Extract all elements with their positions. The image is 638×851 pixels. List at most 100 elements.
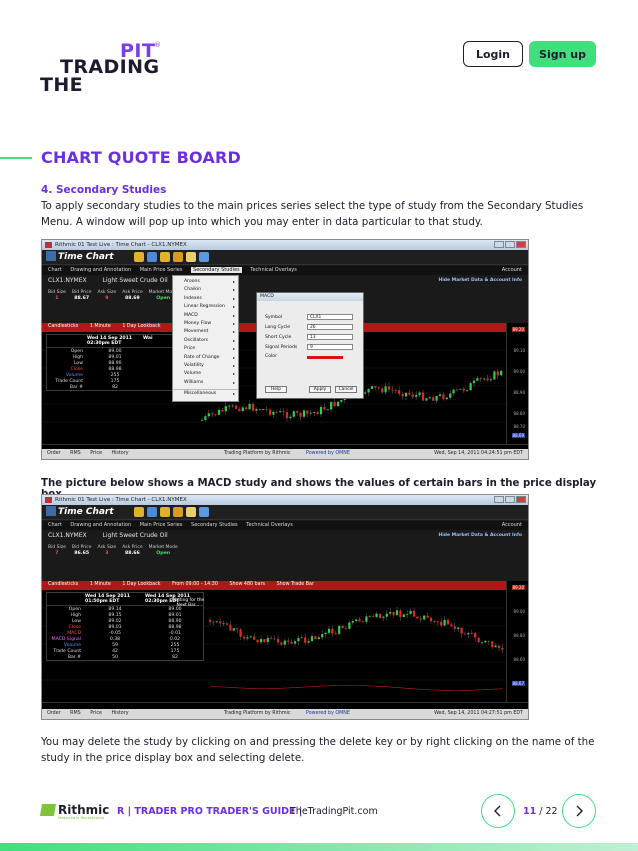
candle-down xyxy=(334,633,337,635)
candle-up xyxy=(293,641,297,644)
short-cycle-field[interactable]: 13 xyxy=(307,334,353,340)
apply-button[interactable]: Apply xyxy=(309,386,331,393)
status-bar: Order RMS Price History Trading Platform… xyxy=(42,709,528,719)
candle-up xyxy=(217,409,221,415)
signal-periods-field[interactable]: 9 xyxy=(307,344,353,350)
hide-market-data-link[interactable]: Hide Market Data & Account Info xyxy=(438,533,522,538)
toolbar: Time Chart xyxy=(42,250,528,265)
maximize-icon[interactable] xyxy=(505,241,515,248)
status-history[interactable]: History xyxy=(111,451,128,456)
rithmic-logo[interactable]: Rithmic xyxy=(39,803,109,817)
link-icon[interactable] xyxy=(134,507,144,517)
menu-technical-overlays[interactable]: Technical Overlays xyxy=(250,267,297,273)
menu-account[interactable]: Account xyxy=(502,522,522,528)
ctrl-show-bars[interactable]: Show 480 bars xyxy=(229,582,265,587)
candle-down xyxy=(258,408,261,411)
ctrl-lookback[interactable]: 1 Day Lookback xyxy=(122,324,160,329)
menu-item-rate-of-change[interactable]: Rate of Change xyxy=(173,354,238,363)
close-icon[interactable] xyxy=(516,241,526,248)
menu-item-macd[interactable]: MACD xyxy=(173,312,238,321)
hide-market-data-link[interactable]: Hide Market Data & Account Info xyxy=(438,278,522,283)
candle-down xyxy=(501,647,504,650)
next-page-button[interactable] xyxy=(562,794,596,828)
document-icon[interactable] xyxy=(186,507,196,517)
link-icon[interactable] xyxy=(134,252,144,262)
ctrl-show-trade-bar[interactable]: Show Trade Bar xyxy=(277,582,314,587)
menu-drawing[interactable]: Drawing and Annotation xyxy=(70,267,131,273)
status-price[interactable]: Price xyxy=(90,451,102,456)
menu-chart[interactable]: Chart xyxy=(48,522,62,528)
menu-main-price-series[interactable]: Main Price Series xyxy=(140,267,183,273)
menu-item-volume[interactable]: Volume xyxy=(173,370,238,379)
price-row: Bar #50 82 xyxy=(67,654,178,660)
status-order[interactable]: Order xyxy=(47,451,61,456)
secondary-studies-menu[interactable]: Aroons Chaikin Indexes Linear Regression… xyxy=(172,275,239,402)
settings-icon[interactable] xyxy=(199,252,209,262)
candle-down xyxy=(238,408,241,412)
status-history[interactable]: History xyxy=(111,711,128,716)
zoom-icon[interactable] xyxy=(147,507,157,517)
candle-down xyxy=(433,621,436,622)
site-link[interactable]: TheTradingPit.com xyxy=(290,806,378,817)
menu-main-price-series[interactable]: Main Price Series xyxy=(140,522,183,528)
menu-secondary-studies[interactable]: Secondary Studies xyxy=(191,522,238,528)
menu-item-volatility[interactable]: Volatility xyxy=(173,362,238,371)
ctrl-candlesticks[interactable]: Candlesticks xyxy=(48,324,78,329)
link-icon[interactable] xyxy=(160,252,170,262)
short-cycle-label: Short Cycle xyxy=(265,335,292,340)
minimize-icon[interactable] xyxy=(494,241,504,248)
maximize-icon[interactable] xyxy=(505,496,515,503)
close-icon[interactable] xyxy=(516,496,526,503)
document-icon[interactable] xyxy=(186,252,196,262)
help-button[interactable]: Help xyxy=(265,386,287,393)
status-price[interactable]: Price xyxy=(90,711,102,716)
menu-account[interactable]: Account xyxy=(502,267,522,273)
status-rms[interactable]: RMS xyxy=(70,711,81,716)
ctrl-lookback[interactable]: 1 Day Lookback xyxy=(122,582,160,587)
ctrl-candlesticks[interactable]: Candlesticks xyxy=(48,582,78,587)
price-axis-label: 89.00 xyxy=(513,609,525,614)
color-swatch[interactable] xyxy=(307,356,343,359)
cancel-button[interactable]: Cancel xyxy=(335,386,357,393)
ctrl-interval[interactable]: 1 Minute xyxy=(90,324,111,329)
menu-item-indexes[interactable]: Indexes xyxy=(173,295,238,304)
settings-icon[interactable] xyxy=(199,507,209,517)
site-logo[interactable]: PIT ® TRADING THE xyxy=(40,40,180,96)
candle-up xyxy=(364,392,367,394)
zoom-icon[interactable] xyxy=(147,252,157,262)
menu-item-miscellaneous[interactable]: Miscellaneous xyxy=(173,389,238,399)
menu-drawing[interactable]: Drawing and Annotation xyxy=(70,522,131,528)
macd-line xyxy=(209,685,503,691)
menu-item-aroons[interactable]: Aroons xyxy=(173,278,238,287)
candle-down xyxy=(242,636,246,639)
menu-item-linear-regression[interactable]: Linear Regression xyxy=(173,303,238,312)
login-button[interactable]: Login xyxy=(463,41,523,67)
menu-item-price[interactable]: Price xyxy=(173,345,238,354)
quote-bid-size: Bid Size 7 xyxy=(48,545,66,556)
app-name: Time Chart xyxy=(58,252,114,262)
menu-item-money-flow[interactable]: Money Flow xyxy=(173,320,238,329)
menu-chart[interactable]: Chart xyxy=(48,267,62,273)
status-rms[interactable]: RMS xyxy=(70,451,81,456)
menu-item-chaikin[interactable]: Chaikin xyxy=(173,286,238,295)
previous-page-button[interactable] xyxy=(481,794,515,828)
tools-icon[interactable] xyxy=(173,507,183,517)
long-cycle-field[interactable]: 26 xyxy=(307,324,353,330)
ctrl-interval[interactable]: 1 Minute xyxy=(90,582,111,587)
tools-icon[interactable] xyxy=(173,252,183,262)
menu-technical-overlays[interactable]: Technical Overlays xyxy=(246,522,293,528)
signup-button[interactable]: Sign up xyxy=(529,41,596,67)
menu-item-williams[interactable]: Williams xyxy=(173,379,238,388)
link-icon[interactable] xyxy=(160,507,170,517)
minimize-icon[interactable] xyxy=(494,496,504,503)
ctrl-session-range[interactable]: From 09:00 - 14:30 xyxy=(172,582,218,587)
menu-secondary-studies[interactable]: Secondary Studies xyxy=(191,267,242,273)
menu-item-movement[interactable]: Movement xyxy=(173,328,238,337)
symbol-select[interactable]: CLX1 xyxy=(307,314,353,320)
candle-up xyxy=(307,641,310,643)
toolbar: Time Chart xyxy=(42,505,528,520)
menu-item-oscillators[interactable]: Oscillators xyxy=(173,337,238,346)
candle-down xyxy=(225,623,229,625)
status-order[interactable]: Order xyxy=(47,711,61,716)
candle-down xyxy=(442,394,445,400)
